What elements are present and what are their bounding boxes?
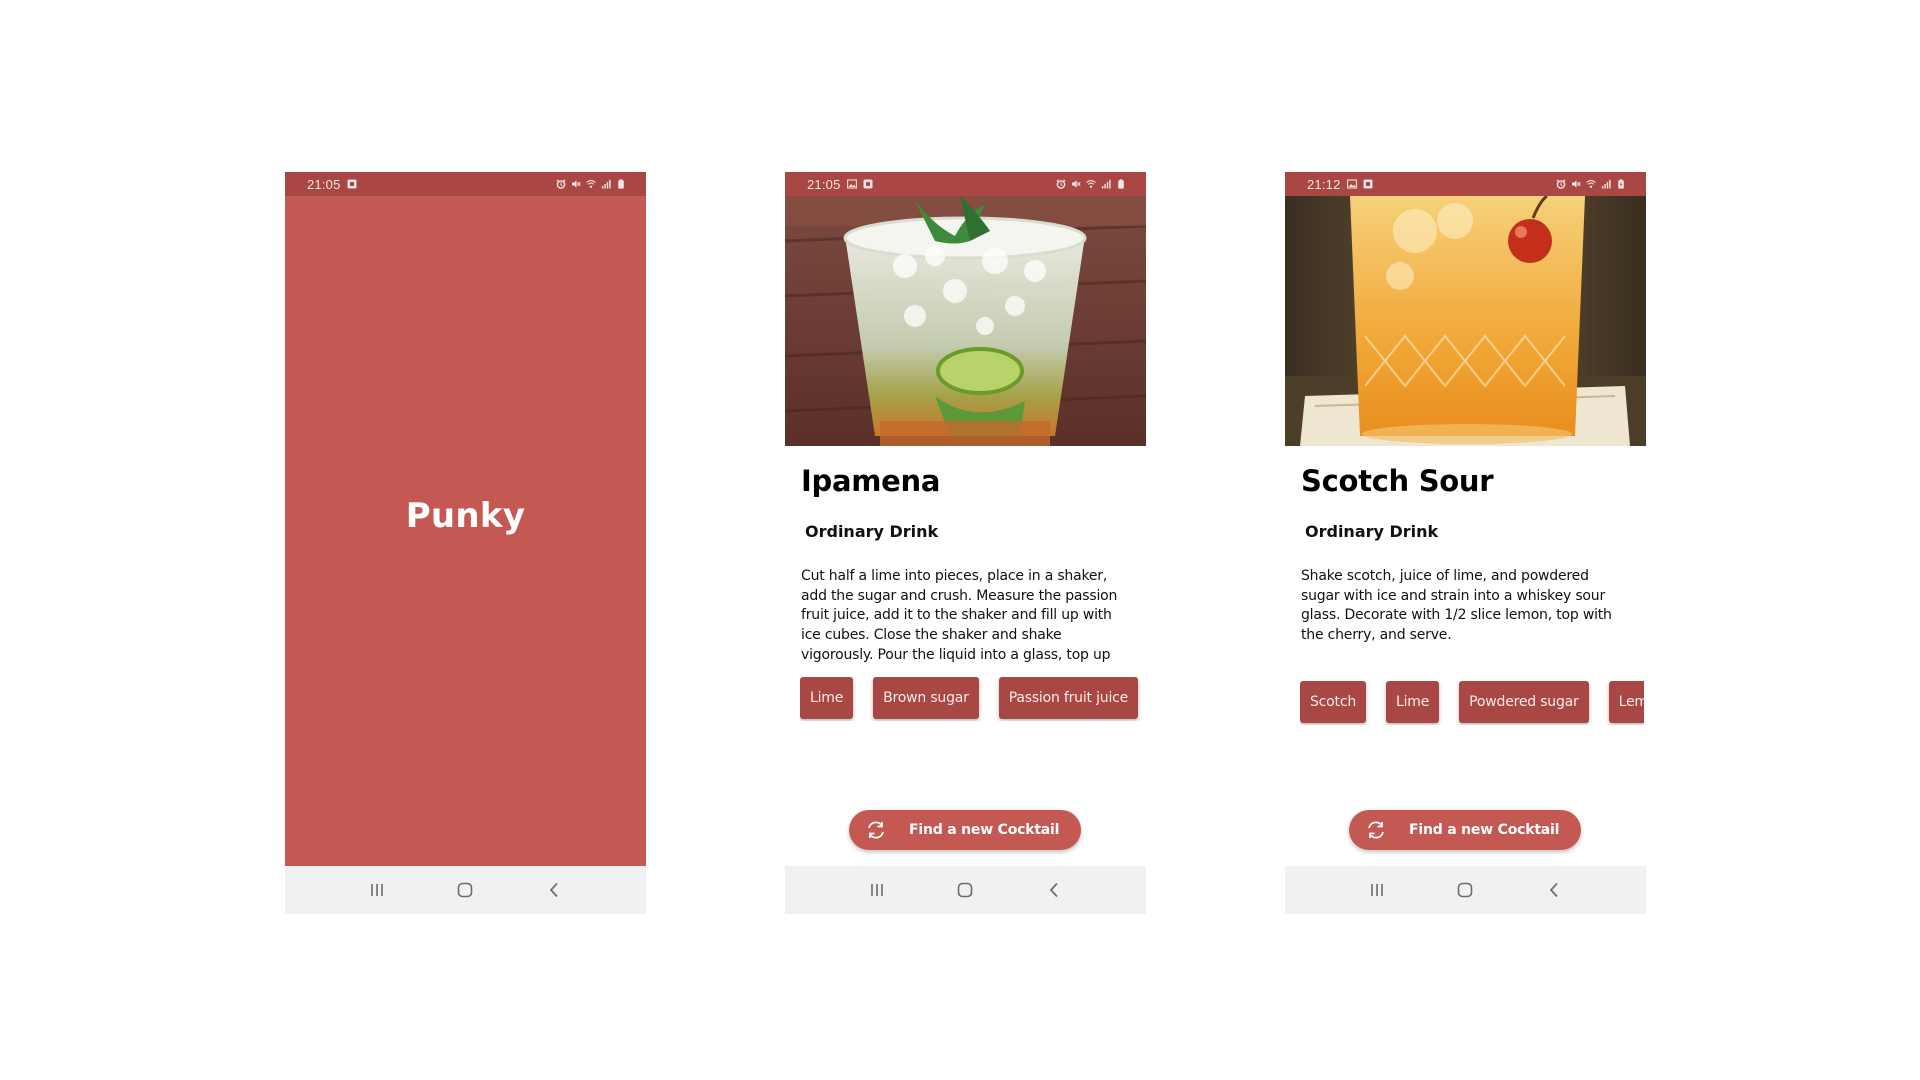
signal-icon	[1101, 179, 1111, 189]
refresh-icon	[1365, 819, 1387, 841]
alarm-icon	[1556, 179, 1566, 189]
status-time: 21:12	[1307, 176, 1341, 192]
recent-apps-icon[interactable]	[1365, 878, 1389, 902]
drink-instructions: Cut half a lime into pieces, place in a …	[801, 568, 1118, 663]
ingredient-chip[interactable]: Powdered sugar	[1459, 681, 1589, 723]
recent-apps-icon[interactable]	[365, 878, 389, 902]
drink-category: Ordinary Drink	[805, 522, 939, 541]
drink-title: Ipamena	[801, 464, 941, 498]
system-navbar	[285, 866, 646, 914]
ingredient-chip[interactable]: Lemon	[1608, 681, 1644, 723]
cocktail-detail-screen: 21:12 Scotch Sour Ordinary Drink Shake s…	[1285, 172, 1646, 914]
drink-title: Scotch Sour	[1301, 464, 1494, 498]
home-icon[interactable]	[953, 878, 977, 902]
image-icon	[1346, 179, 1357, 189]
mute-icon	[1071, 179, 1081, 189]
notification-icon	[1363, 179, 1373, 189]
mute-icon	[1571, 179, 1581, 189]
status-bar: 21:05	[785, 172, 1146, 196]
find-new-cocktail-button[interactable]: Find a new Cocktail	[1349, 810, 1581, 850]
refresh-icon	[865, 819, 887, 841]
battery-icon	[1116, 179, 1126, 189]
signal-icon	[601, 179, 611, 189]
alarm-icon	[556, 179, 566, 189]
status-time: 21:05	[307, 176, 341, 192]
ingredient-chip[interactable]: Scotch	[1300, 681, 1367, 723]
ingredient-chip[interactable]: Lime	[800, 677, 854, 719]
system-navbar	[1285, 866, 1646, 914]
battery-charging-icon	[1616, 179, 1626, 189]
ingredient-chip[interactable]: Passion fruit juice	[998, 677, 1139, 719]
signal-icon	[1601, 179, 1611, 189]
status-bar: 21:05	[285, 172, 646, 196]
ingredient-chip[interactable]: Brown sugar	[873, 677, 979, 719]
wifi-icon	[586, 179, 596, 189]
drink-category: Ordinary Drink	[1305, 522, 1439, 541]
image-icon	[846, 179, 857, 189]
notification-icon	[863, 179, 873, 189]
find-new-cocktail-label: Find a new Cocktail	[1409, 822, 1560, 838]
home-icon[interactable]	[453, 878, 477, 902]
home-icon[interactable]	[1453, 878, 1477, 902]
splash-background: Punky	[285, 196, 646, 866]
status-time: 21:05	[807, 176, 841, 192]
battery-icon	[616, 179, 626, 189]
alarm-icon	[1056, 179, 1066, 189]
ingredient-list[interactable]: Scotch Lime Powdered sugar Lemon	[1300, 681, 1644, 725]
notification-icon	[347, 179, 357, 189]
mute-icon	[571, 179, 581, 189]
app-logo-title: Punky	[405, 496, 526, 536]
system-navbar	[785, 866, 1146, 914]
wifi-icon	[1586, 179, 1596, 189]
back-icon[interactable]	[1542, 878, 1566, 902]
splash-screen: 21:05 Punky	[285, 172, 646, 914]
find-new-cocktail-button[interactable]: Find a new Cocktail	[849, 810, 1081, 850]
wifi-icon	[1086, 179, 1096, 189]
back-icon[interactable]	[542, 878, 566, 902]
back-icon[interactable]	[1042, 878, 1066, 902]
status-bar: 21:12	[1285, 172, 1646, 196]
ingredient-list[interactable]: Lime Brown sugar Passion fruit juice	[800, 677, 1144, 721]
drink-instructions: Shake scotch, juice of lime, and powdere…	[1301, 568, 1612, 644]
ingredient-chip[interactable]: Lime	[1386, 681, 1440, 723]
find-new-cocktail-label: Find a new Cocktail	[909, 822, 1060, 838]
mojito-glass-photo	[785, 196, 1146, 446]
cocktail-detail-screen: 21:05 Ipamena Ordinary Drink Cut half a …	[785, 172, 1146, 914]
recent-apps-icon[interactable]	[865, 878, 889, 902]
scotch-sour-glass-photo	[1285, 196, 1646, 446]
